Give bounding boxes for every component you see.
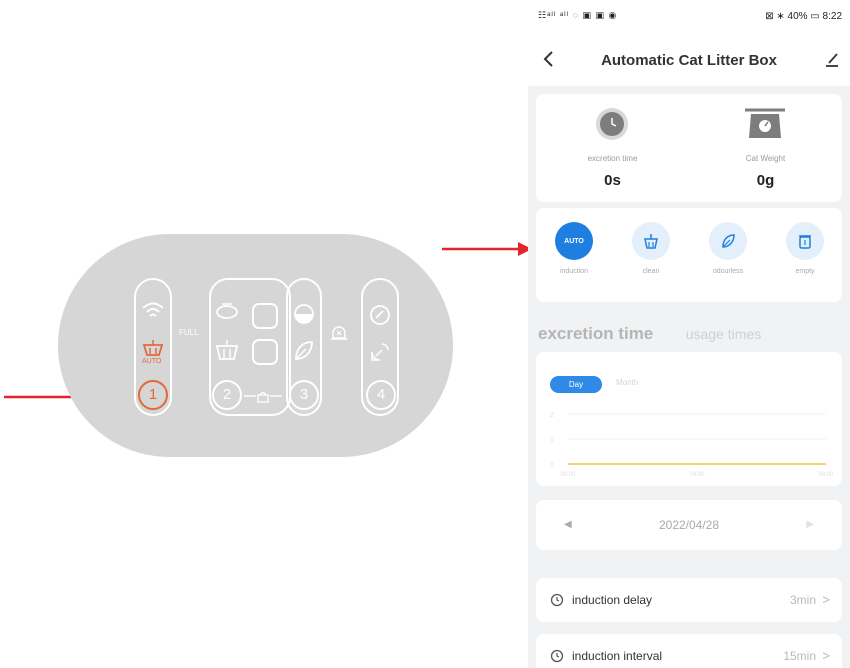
mode-label: empty <box>795 268 815 275</box>
tab-usage-times[interactable]: usage times <box>686 326 761 342</box>
button-1[interactable]: 1 <box>138 380 168 410</box>
date-navigator: ◀ 2022/04/28 ▶ <box>536 500 842 550</box>
month-toggle-button[interactable]: Month <box>616 378 638 387</box>
phone-screen: ☷ᵃᴵˡ ᵃᴵˡ ◌ ▣ ▣ ◉ ⊠ ∗ 40% ▭ 8:22 Automati… <box>528 0 850 668</box>
y-tick-label: 0 <box>550 462 554 469</box>
indicator-square-bottom <box>252 339 278 365</box>
status-bar-icons: ☷ᵃᴵˡ ᵃᴵˡ ◌ ▣ ▣ ◉ <box>538 10 618 20</box>
indicator-square-top <box>252 303 278 329</box>
mode-induction[interactable]: AUTO induction <box>541 222 607 275</box>
date-next-button[interactable]: ▶ <box>806 519 814 530</box>
page-title: Automatic Cat Litter Box <box>601 52 777 69</box>
clock-icon <box>596 108 628 140</box>
odourless-mode-button[interactable] <box>709 222 747 260</box>
setting-value: 3min <box>789 593 816 607</box>
header: Automatic Cat Litter Box <box>528 36 850 86</box>
chart-tabs: excretion time usage times <box>538 324 761 344</box>
stat-label: Cat Weight <box>745 154 786 163</box>
setting-label: induction delay <box>572 593 653 607</box>
stat-cat-weight: Cat Weight 0g <box>689 94 842 202</box>
chart-card: Day Month 2 1 0 00:00 04:00 08:00 <box>536 352 842 486</box>
satellite-icon <box>371 343 389 361</box>
alarm-icon <box>331 326 347 340</box>
mode-empty[interactable]: empty <box>772 222 838 275</box>
x-tick-label: 04:00 <box>689 472 705 478</box>
edit-icon[interactable] <box>824 50 840 68</box>
setting-value: 15min <box>783 649 816 663</box>
setting-induction-interval[interactable]: induction interval 15min > <box>536 634 842 668</box>
modes-card: AUTO induction clean odourless empty <box>536 208 842 302</box>
auto-litter-icon <box>142 340 164 356</box>
trash-icon <box>799 235 811 249</box>
current-date: 2022/04/28 <box>658 518 720 532</box>
clean-litter-icon <box>215 340 239 360</box>
bowl-icon <box>216 303 238 319</box>
annotation-arrow-right <box>442 242 532 256</box>
mode-odourless[interactable]: odourless <box>695 222 761 275</box>
auto-label: AUTO <box>142 358 162 365</box>
x-tick-label: 08:00 <box>818 472 834 478</box>
status-bar-right: ⊠ ∗ 40% ▭ 8:22 <box>765 11 842 22</box>
stat-value: 0g <box>756 172 775 189</box>
mode-clean[interactable]: clean <box>618 222 684 275</box>
stat-excretion-time: excretion time 0s <box>536 94 689 202</box>
mode-label: odourless <box>712 268 744 275</box>
y-tick-label: 2 <box>550 412 554 419</box>
leaf-icon <box>722 234 735 248</box>
device-control-panel: AUTO 1 FULL 2 3 4 <box>58 234 453 457</box>
setting-induction-delay[interactable]: induction delay 3min > <box>536 578 842 622</box>
stat-label: excretion time <box>587 154 638 163</box>
scale-icon <box>745 108 785 138</box>
timer-icon <box>550 649 564 663</box>
auto-mode-button[interactable]: AUTO <box>555 222 593 260</box>
leaf-icon <box>295 341 313 360</box>
lock-icon <box>244 391 282 403</box>
mode-label: induction <box>559 268 589 275</box>
x-tick-label: 00:00 <box>560 472 576 478</box>
refresh-icon <box>370 305 390 325</box>
y-tick-label: 1 <box>550 437 554 444</box>
full-label: FULL <box>179 328 199 337</box>
tab-excretion-time[interactable]: excretion time <box>538 324 653 343</box>
button-4[interactable]: 4 <box>366 380 396 410</box>
stat-value: 0s <box>604 172 621 189</box>
button-2[interactable]: 2 <box>212 380 242 410</box>
auto-mode-text: AUTO <box>564 237 584 245</box>
clean-mode-button[interactable] <box>632 222 670 260</box>
timer-icon <box>550 593 564 607</box>
excretion-chart: 2 1 0 00:00 04:00 08:00 <box>550 412 834 478</box>
setting-label: induction interval <box>572 649 663 663</box>
stats-card: excretion time 0s Cat Weight 0g <box>536 94 842 202</box>
half-circle-icon <box>294 304 314 324</box>
chevron-right-icon: > <box>822 648 830 663</box>
button-3[interactable]: 3 <box>289 380 319 410</box>
day-toggle-button[interactable]: Day <box>550 376 602 393</box>
wifi-icon <box>142 302 164 317</box>
chevron-right-icon: > <box>822 592 830 607</box>
mode-label: clean <box>642 268 660 275</box>
empty-mode-button[interactable] <box>786 222 824 260</box>
clean-icon <box>644 234 658 249</box>
status-bar: ☷ᵃᴵˡ ᵃᴵˡ ◌ ▣ ▣ ◉ ⊠ ∗ 40% ▭ 8:22 <box>528 0 850 36</box>
